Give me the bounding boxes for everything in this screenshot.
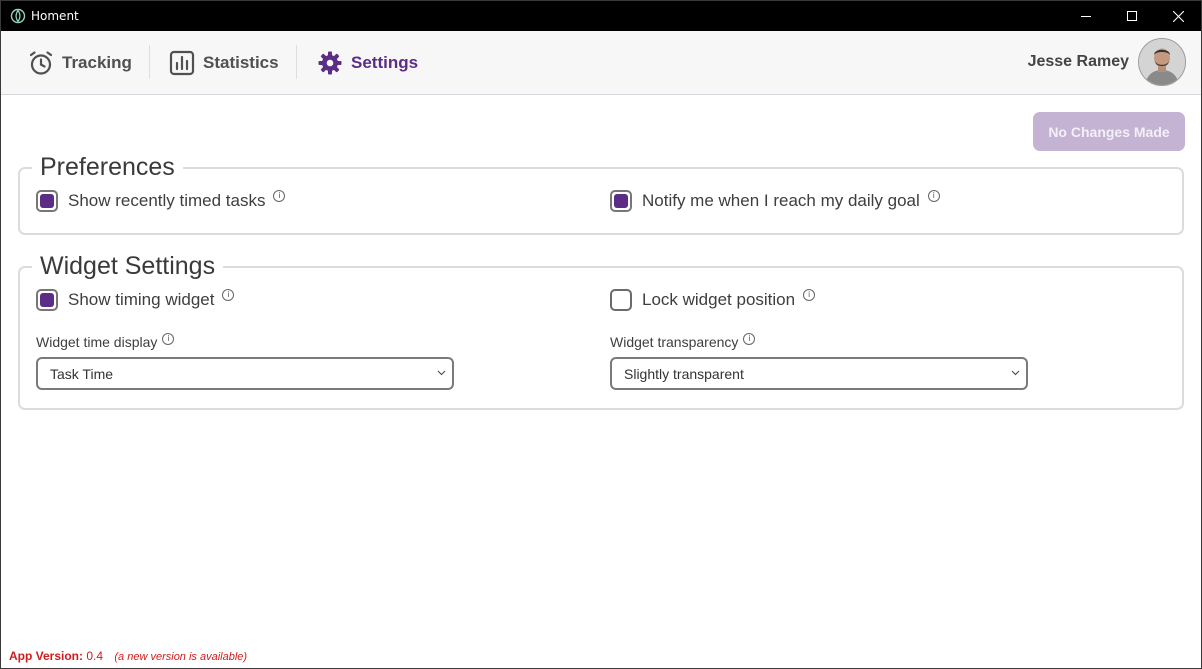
nav-divider [296,45,297,79]
show-recent-label: Show recently timed tasks [68,191,266,210]
user-name: Jesse Ramey [1027,53,1129,70]
window-title: Homent [31,9,79,23]
minimize-icon [1081,16,1091,17]
show-widget-checkbox[interactable]: Show timing widget i [36,289,235,311]
app-version-footer: App Version: 0.4 (a new version is avail… [9,649,247,663]
stopwatch-icon [29,50,53,75]
show-recent-checkbox[interactable]: Show recently timed tasks i [36,190,286,212]
notify-goal-label: Notify me when I reach my daily goal [642,191,920,210]
transparency-value: Slightly transparent [624,365,744,382]
update-note[interactable]: (a new version is available) [114,651,247,663]
checkbox-box [610,289,632,311]
lock-position-label: Lock widget position [642,290,796,309]
checkbox-box [36,289,58,311]
tab-settings-label: Settings [351,52,419,72]
show-widget-label: Show timing widget [68,290,215,309]
transparency-select[interactable]: Slightly transparent [610,357,1028,390]
version-key: App Version: [9,649,84,663]
minimize-button[interactable] [1063,1,1109,31]
widget-settings-panel: Widget Settings Show timing widget i Loc… [18,252,1184,410]
title-bar: Homent [1,1,1201,31]
time-display-value: Task Time [50,365,114,382]
preferences-title: Preferences [32,153,183,181]
checkbox-checked-fill [40,194,54,208]
tab-tracking[interactable]: Tracking [28,31,132,94]
tab-statistics[interactable]: Statistics [169,31,279,94]
maximize-button[interactable] [1109,1,1155,31]
notify-goal-checkbox[interactable]: Notify me when I reach my daily goal i [610,190,940,212]
bar-chart-icon [169,50,195,75]
app-window: Homent Tracking Statistics Settings Jess… [0,0,1202,669]
info-icon[interactable]: i [743,333,756,345]
checkbox-checked-fill [40,293,54,307]
lock-position-checkbox[interactable]: Lock widget position i [610,289,816,311]
tab-settings[interactable]: Settings [317,31,418,94]
chevron-down-icon [1011,370,1020,376]
info-icon[interactable]: i [222,289,235,301]
time-display-label: Widget time display [36,334,158,350]
time-display-label-row: Widget time display i [36,333,175,350]
save-button[interactable]: No Changes Made [1033,112,1185,151]
time-display-select[interactable]: Task Time [36,357,454,390]
preferences-panel: Preferences Show recently timed tasks i … [18,153,1184,235]
version-value: 0.4 [86,649,104,663]
close-icon [1172,10,1184,22]
info-icon[interactable]: i [162,333,175,345]
tab-statistics-label: Statistics [203,52,279,72]
nav-divider [149,45,150,79]
user-photo-icon [1139,39,1185,85]
info-icon[interactable]: i [273,190,286,202]
transparency-label: Widget transparency [610,334,739,350]
checkbox-box [610,190,632,212]
nav-header: Tracking Statistics Settings Jesse Ramey [1,31,1201,95]
checkbox-box [36,190,58,212]
tab-tracking-label: Tracking [62,52,132,72]
maximize-icon [1127,11,1137,21]
transparency-label-row: Widget transparency i [610,333,756,350]
info-icon[interactable]: i [927,190,940,202]
checkbox-checked-fill [614,194,628,208]
avatar[interactable] [1138,38,1186,86]
close-button[interactable] [1155,1,1201,31]
gear-icon [318,51,342,74]
widget-settings-title: Widget Settings [32,252,224,280]
info-icon[interactable]: i [803,289,816,301]
app-logo-icon [10,8,26,24]
chevron-down-icon [437,370,446,376]
